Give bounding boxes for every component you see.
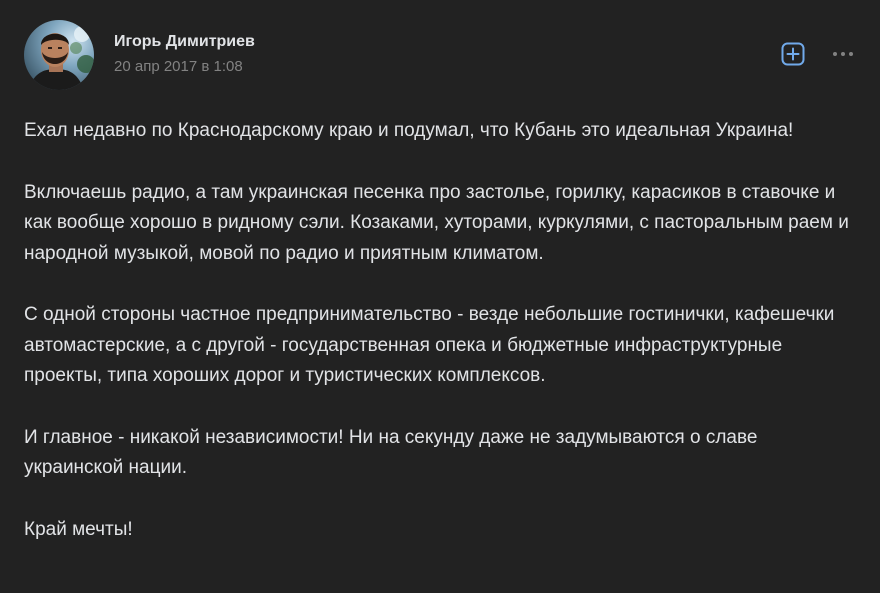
- post-date[interactable]: 20 апр 2017 в 1:08: [114, 58, 243, 75]
- author-name[interactable]: Игорь Димитриев: [114, 33, 255, 51]
- more-actions-button[interactable]: [830, 46, 856, 62]
- post-card: Игорь Димитриев 20 апр 2017 в 1:08 Ехал …: [0, 0, 880, 593]
- post-paragraph: И главное - никакой независимости! Ни на…: [24, 426, 758, 479]
- post-paragraph: Край мечты!: [24, 518, 133, 540]
- plus-square-icon: [781, 42, 805, 66]
- author-avatar[interactable]: [24, 20, 94, 90]
- post-paragraph: С одной стороны частное предпринимательс…: [24, 304, 835, 386]
- post-paragraph: Ехал недавно по Краснодарскому краю и по…: [24, 120, 794, 141]
- more-horizontal-icon: [833, 52, 853, 56]
- post-paragraph: Включаешь радио, а там украинская песенк…: [24, 181, 849, 264]
- post-text: Ехал недавно по Краснодарскому краю и по…: [24, 116, 854, 576]
- avatar-photo-icon: [24, 20, 94, 90]
- add-button[interactable]: [781, 42, 805, 66]
